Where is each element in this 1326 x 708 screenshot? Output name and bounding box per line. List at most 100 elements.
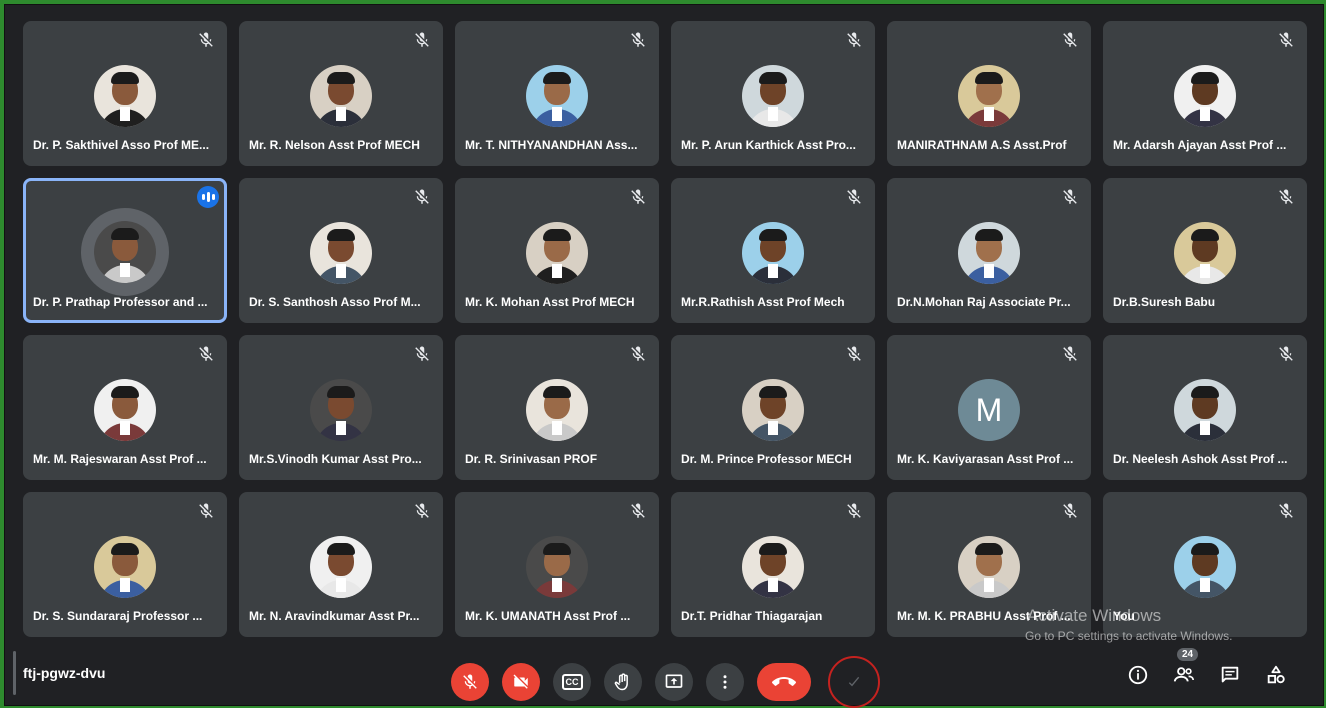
participant-tile[interactable]: Dr. P. Sakthivel Asso Prof ME... [23, 21, 227, 166]
mic-toggle-button[interactable] [451, 663, 489, 701]
participant-tile[interactable]: Mr. P. Arun Karthick Asst Pro... [671, 21, 875, 166]
muted-mic-icon [1061, 345, 1079, 363]
muted-mic-icon [413, 188, 431, 206]
muted-mic-icon [629, 188, 647, 206]
leave-call-button[interactable] [757, 663, 811, 701]
participant-tile[interactable]: Mr. M. Rajeswaran Asst Prof ... [23, 335, 227, 480]
participant-name: Dr.T. Pridhar Thiagarajan [681, 609, 865, 623]
avatar-container [1174, 222, 1236, 284]
participant-tile[interactable]: Mr. R. Nelson Asst Prof MECH [239, 21, 443, 166]
chat-button[interactable] [1217, 662, 1243, 688]
muted-mic-icon [845, 31, 863, 49]
participant-name: Mr. M. Rajeswaran Asst Prof ... [33, 452, 217, 466]
participant-name: Mr. K. Mohan Asst Prof MECH [465, 295, 649, 309]
muted-mic-icon [629, 345, 647, 363]
participant-tile[interactable]: Dr. S. Sundararaj Professor ... [23, 492, 227, 637]
participant-tile[interactable]: Dr.B.Suresh Babu [1103, 178, 1307, 323]
mic-off-icon [461, 673, 479, 691]
side-panel-buttons: 24 [1125, 662, 1289, 688]
avatar [1174, 65, 1236, 127]
meeting-details[interactable]: ftj-pgwz-dvu [23, 665, 105, 681]
cursor-highlight [828, 656, 880, 708]
avatar-container [526, 65, 588, 127]
meeting-code: ftj-pgwz-dvu [23, 665, 105, 681]
avatar-container [310, 379, 372, 441]
avatar-container [526, 222, 588, 284]
captions-button[interactable]: CC [553, 663, 591, 701]
check-icon [846, 674, 862, 690]
avatar-container [310, 536, 372, 598]
muted-mic-icon [845, 502, 863, 520]
participant-name: Dr. S. Sundararaj Professor ... [33, 609, 217, 623]
participant-tile[interactable]: Dr.N.Mohan Raj Associate Pr... [887, 178, 1091, 323]
avatar [310, 536, 372, 598]
participant-name: Dr.B.Suresh Babu [1113, 295, 1297, 309]
avatar [310, 379, 372, 441]
avatar [526, 379, 588, 441]
participant-tile[interactable]: MMr. K. Kaviyarasan Asst Prof ... [887, 335, 1091, 480]
participant-tile[interactable]: Mr. Adarsh Ajayan Asst Prof ... [1103, 21, 1307, 166]
muted-mic-icon [845, 188, 863, 206]
avatar [742, 222, 804, 284]
participant-tile[interactable]: Mr.S.Vinodh Kumar Asst Pro... [239, 335, 443, 480]
raise-hand-button[interactable] [604, 663, 642, 701]
participant-tile[interactable]: Mr.R.Rathish Asst Prof Mech [671, 178, 875, 323]
avatar-container [742, 65, 804, 127]
info-icon [1127, 664, 1149, 686]
participant-name: Dr. R. Srinivasan PROF [465, 452, 649, 466]
participant-tile[interactable]: Mr. T. NITHYANANDHAN Ass... [455, 21, 659, 166]
camera-off-icon [512, 673, 530, 691]
participant-tile[interactable]: Dr. M. Prince Professor MECH [671, 335, 875, 480]
participant-name: Dr. Neelesh Ashok Asst Prof ... [1113, 452, 1297, 466]
avatar-container [94, 379, 156, 441]
avatar-container [958, 65, 1020, 127]
meeting-info-button[interactable] [1125, 662, 1151, 688]
meet-window: Dr. P. Sakthivel Asso Prof ME... Mr. R. N… [4, 4, 1324, 706]
avatar [94, 221, 156, 283]
avatar-container [94, 536, 156, 598]
avatar [1174, 536, 1236, 598]
muted-mic-icon [197, 502, 215, 520]
captions-icon: CC [562, 674, 583, 690]
participant-name: Dr. P. Sakthivel Asso Prof ME... [33, 138, 217, 152]
more-options-button[interactable] [706, 663, 744, 701]
participant-tile[interactable]: Dr. S. Santhosh Asso Prof M... [239, 178, 443, 323]
present-button[interactable] [655, 663, 693, 701]
avatar [94, 536, 156, 598]
avatar-container [742, 379, 804, 441]
avatar-container [526, 379, 588, 441]
avatar [526, 65, 588, 127]
present-icon [664, 672, 684, 692]
muted-mic-icon [1277, 345, 1295, 363]
muted-mic-icon [1277, 502, 1295, 520]
muted-mic-icon [1277, 188, 1295, 206]
people-button[interactable]: 24 [1171, 662, 1197, 688]
participant-name: Mr.R.Rathish Asst Prof Mech [681, 295, 865, 309]
participant-tile[interactable]: Dr. P. Prathap Professor and ... [23, 178, 227, 323]
avatar [526, 222, 588, 284]
participant-tile[interactable]: Mr. K. Mohan Asst Prof MECH [455, 178, 659, 323]
participant-tile[interactable]: Dr. R. Srinivasan PROF [455, 335, 659, 480]
participant-name: Dr. P. Prathap Professor and ... [33, 295, 217, 309]
participant-tile[interactable]: Dr.T. Pridhar Thiagarajan [671, 492, 875, 637]
avatar-container [1174, 65, 1236, 127]
chat-icon [1219, 664, 1241, 686]
muted-mic-icon [413, 502, 431, 520]
avatar: M [958, 379, 1020, 441]
participant-tile[interactable]: Mr. K. UMANATH Asst Prof ... [455, 492, 659, 637]
avatar-container [742, 222, 804, 284]
participant-name: Mr. Adarsh Ajayan Asst Prof ... [1113, 138, 1297, 152]
avatar [94, 379, 156, 441]
participant-tile[interactable]: Mr. N. Aravindkumar Asst Pr... [239, 492, 443, 637]
activities-button[interactable] [1263, 662, 1289, 688]
participant-tile[interactable]: MANIRATHNAM A.S Asst.Prof [887, 21, 1091, 166]
muted-mic-icon [845, 345, 863, 363]
muted-mic-icon [1061, 31, 1079, 49]
participant-name: Mr. N. Aravindkumar Asst Pr... [249, 609, 433, 623]
participant-tile[interactable]: Dr. Neelesh Ashok Asst Prof ... [1103, 335, 1307, 480]
camera-toggle-button[interactable] [502, 663, 540, 701]
avatar-container [81, 208, 169, 296]
activities-icon [1265, 664, 1287, 686]
avatar [1174, 222, 1236, 284]
avatar-container [526, 536, 588, 598]
